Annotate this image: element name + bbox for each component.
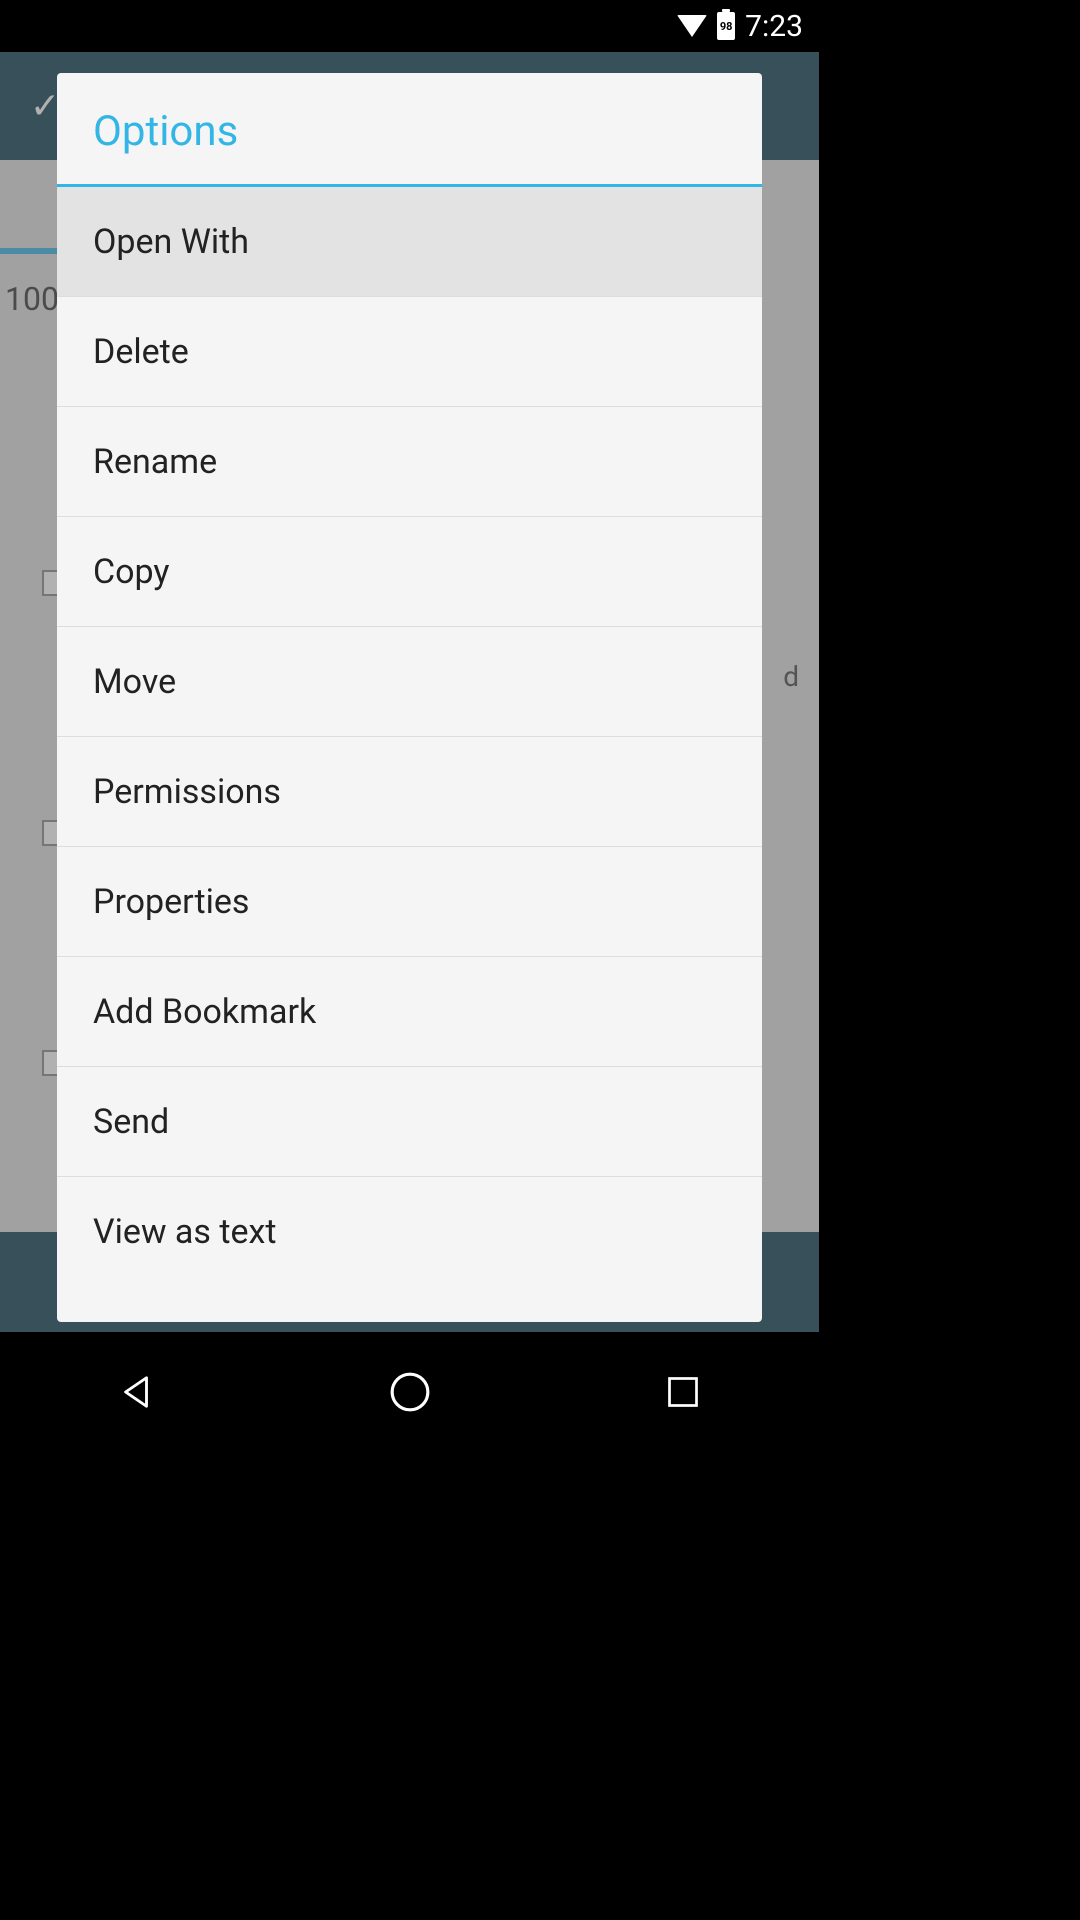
option-label: Move: [93, 662, 176, 702]
options-dialog: Options Open With Delete Rename Copy Mov…: [57, 73, 762, 1322]
recent-square-icon: [665, 1374, 701, 1410]
option-open-with[interactable]: Open With: [57, 187, 762, 297]
status-icons: 98 7:23: [677, 9, 803, 44]
option-copy[interactable]: Copy: [57, 517, 762, 627]
home-circle-icon: [389, 1371, 431, 1413]
option-label: Open With: [93, 222, 249, 262]
option-delete[interactable]: Delete: [57, 297, 762, 407]
option-view-as-text[interactable]: View as text: [57, 1177, 762, 1287]
battery-icon: 98: [717, 12, 735, 40]
wifi-icon: [677, 15, 707, 37]
option-rename[interactable]: Rename: [57, 407, 762, 517]
nav-back-button[interactable]: [112, 1367, 162, 1417]
nav-home-button[interactable]: [385, 1367, 435, 1417]
option-label: Delete: [93, 332, 189, 372]
option-properties[interactable]: Properties: [57, 847, 762, 957]
option-label: Copy: [93, 552, 170, 592]
option-label: Permissions: [93, 772, 281, 812]
dialog-title: Options: [57, 73, 762, 187]
option-label: View as text: [93, 1212, 277, 1252]
option-label: Add Bookmark: [93, 992, 316, 1032]
dialog-items-list: Open With Delete Rename Copy Move Permis…: [57, 187, 762, 1322]
nav-recent-button[interactable]: [658, 1367, 708, 1417]
option-permissions[interactable]: Permissions: [57, 737, 762, 847]
option-add-bookmark[interactable]: Add Bookmark: [57, 957, 762, 1067]
status-time: 7:23: [745, 9, 803, 44]
option-label: Properties: [93, 882, 249, 922]
option-label: Send: [93, 1102, 169, 1142]
back-triangle-icon: [118, 1373, 156, 1411]
status-bar: 98 7:23: [0, 0, 819, 52]
battery-level: 98: [720, 20, 733, 33]
navigation-bar: [0, 1332, 819, 1452]
option-label: Rename: [93, 442, 217, 482]
option-send[interactable]: Send: [57, 1067, 762, 1177]
option-move[interactable]: Move: [57, 627, 762, 737]
